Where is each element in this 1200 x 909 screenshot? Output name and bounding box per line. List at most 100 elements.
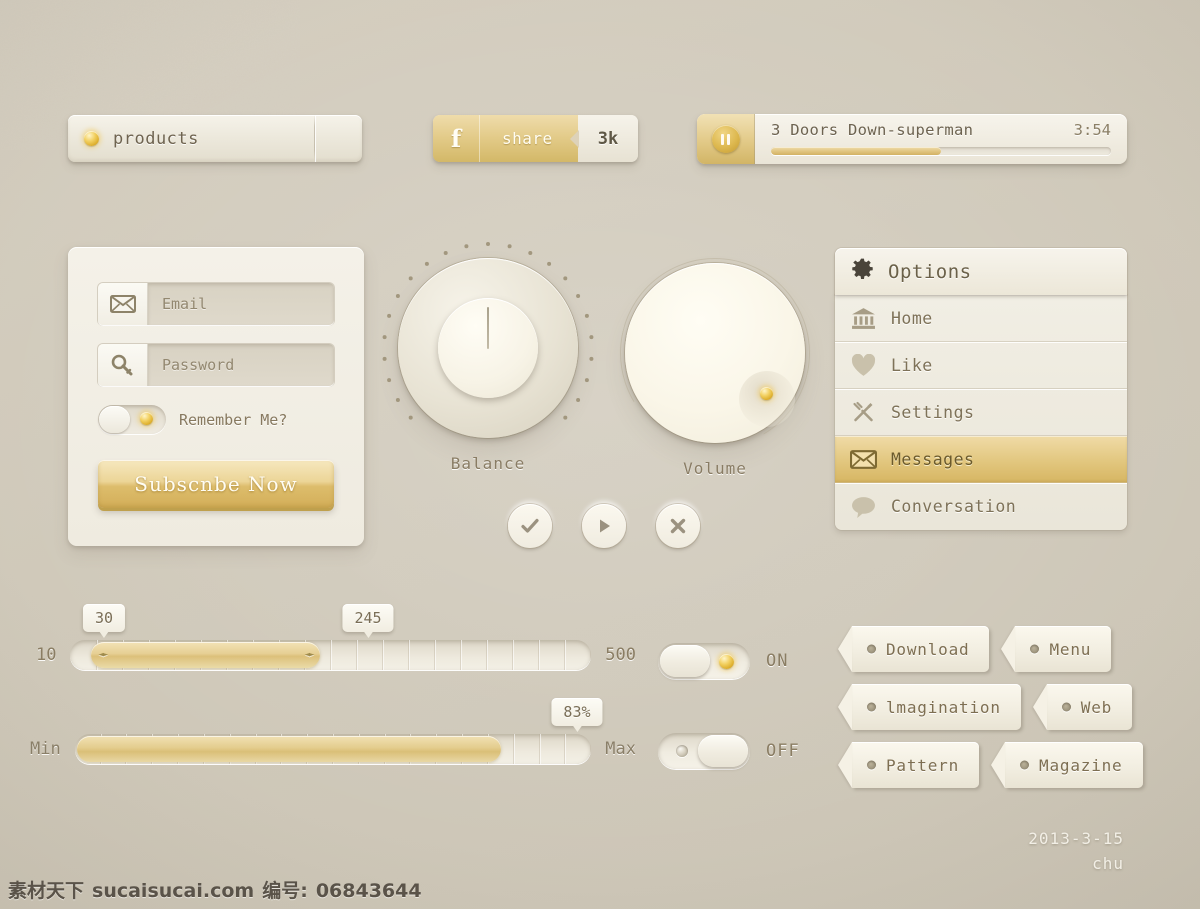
player-progress-track[interactable] [771,147,1111,155]
toggle-knob [99,406,130,433]
volume-indicator-led-icon [760,387,773,400]
pause-icon [711,125,740,153]
menu-item-messages[interactable]: Messages [835,436,1127,483]
player-track-title: 3 Doors Down-superman [771,121,974,139]
balance-knob-group: Balance [382,242,594,473]
tag-hole-icon [1061,702,1071,712]
tag-hole-icon [867,760,876,770]
facebook-f-icon[interactable]: f [433,115,480,162]
progress-slider: Min Max 83% [30,698,636,764]
signature-date: 2013-3-15 [1028,828,1124,848]
subscribe-button[interactable]: Subscnbe Now [98,460,334,508]
gear-icon [850,257,875,286]
password-input[interactable]: Password [148,344,334,386]
range-handle-low[interactable]: ◄► [98,650,108,660]
status-led-icon [140,412,153,425]
range-low-bubble: 30 [82,604,126,638]
tag-button-magazine[interactable]: Magazine [1005,742,1143,788]
tag-button-grid: Download Menu lmagination Web Pattern Ma… [838,626,1143,800]
toggle-off-label: OFF [766,741,800,761]
volume-knob-group: Volume [599,237,831,478]
envelope-icon [835,449,891,469]
player-pause-button[interactable] [697,114,755,164]
status-led-icon [84,131,99,146]
watermark-site-cn: 素材天下 [8,880,85,902]
menu-item-like[interactable]: Like [835,342,1127,389]
email-field[interactable]: Email [98,283,334,325]
tag-button-pattern[interactable]: Pattern [852,742,980,788]
range-slider-fill[interactable]: ◄► ◄► [91,642,321,668]
menu-item-conversation[interactable]: Conversation [835,483,1127,530]
email-input[interactable]: Email [148,283,334,325]
knob-pointer-icon [487,307,489,349]
progress-min-label: Min [30,739,61,759]
range-max-label: 500 [605,645,636,665]
volume-knob-label: Volume [683,459,747,478]
tools-icon [835,400,891,424]
remember-me-label: Remember Me? [179,410,288,429]
range-min-label: 10 [36,645,57,665]
share-widget[interactable]: f share 3k [433,115,638,162]
speech-bubble-icon [835,496,891,518]
volume-knob[interactable] [599,237,831,469]
balance-knob[interactable] [382,242,594,438]
tag-hole-icon [1020,760,1030,770]
signature: 2013-3-15 chu [1028,826,1124,877]
menu-item-label: Messages [891,449,975,469]
login-form: Email Password Remember Me? Subscnbe Now [68,247,364,546]
range-handle-high[interactable]: ◄► [305,650,315,660]
select-products[interactable]: products [68,115,362,162]
tag-label: Download [886,639,970,659]
tag-button-web[interactable]: Web [1046,684,1133,730]
player-progress-fill [771,147,941,155]
remember-me-toggle[interactable] [98,405,166,434]
close-button[interactable] [656,504,700,548]
player-body: 3 Doors Down-superman 3:54 [755,114,1127,164]
media-button-group [508,504,700,548]
tag-row: Download Menu [838,626,1138,672]
tag-button-imagination[interactable]: lmagination [852,684,1021,730]
tag-button-download[interactable]: Download [852,626,990,672]
select-value: products [113,128,199,149]
toggle-off-row: OFF [658,733,800,769]
toggle-knob [698,735,748,767]
progress-slider-track[interactable] [74,734,592,764]
menu-item-label: Conversation [891,497,1017,516]
menu-item-label: Settings [891,402,975,422]
options-menu-header[interactable]: Options [835,248,1127,295]
bank-icon [835,307,891,330]
power-toggle-off[interactable] [658,733,750,769]
toggle-knob [660,645,710,677]
confirm-button[interactable] [508,504,552,548]
power-toggle-on[interactable] [658,643,750,679]
tag-row: lmagination Web [838,684,1138,730]
options-menu-title: Options [888,260,972,283]
tag-button-menu[interactable]: Menu [1015,626,1112,672]
check-icon [521,518,539,533]
balance-knob-inner [438,298,538,398]
tag-hole-icon [867,702,876,712]
share-count: 3k [578,115,638,162]
tag-label: Web [1080,697,1113,717]
options-menu: Options Home Like Settings Messages Conv… [835,248,1127,530]
key-icon [98,344,148,386]
play-button[interactable] [582,504,626,548]
heart-icon [835,353,891,377]
password-field[interactable]: Password [98,344,334,386]
menu-item-label: Home [891,308,933,328]
share-button[interactable]: share [480,115,579,162]
menu-item-settings[interactable]: Settings [835,389,1127,436]
music-player: 3 Doors Down-superman 3:54 [697,114,1127,164]
tag-hole-icon [1030,644,1040,654]
menu-item-label: Like [891,355,933,375]
progress-slider-fill [76,736,502,762]
envelope-icon [98,283,148,325]
signature-author: chu [1092,854,1124,874]
volume-knob-arc [599,237,831,469]
range-slider-track[interactable]: ◄► ◄► [70,640,592,670]
player-track-time: 3:54 [1073,121,1111,139]
watermark-id-label: 编号: [262,880,308,902]
tag-row: Pattern Magazine [838,742,1143,788]
tag-label: Pattern [886,755,960,775]
menu-item-home[interactable]: Home [835,295,1127,342]
